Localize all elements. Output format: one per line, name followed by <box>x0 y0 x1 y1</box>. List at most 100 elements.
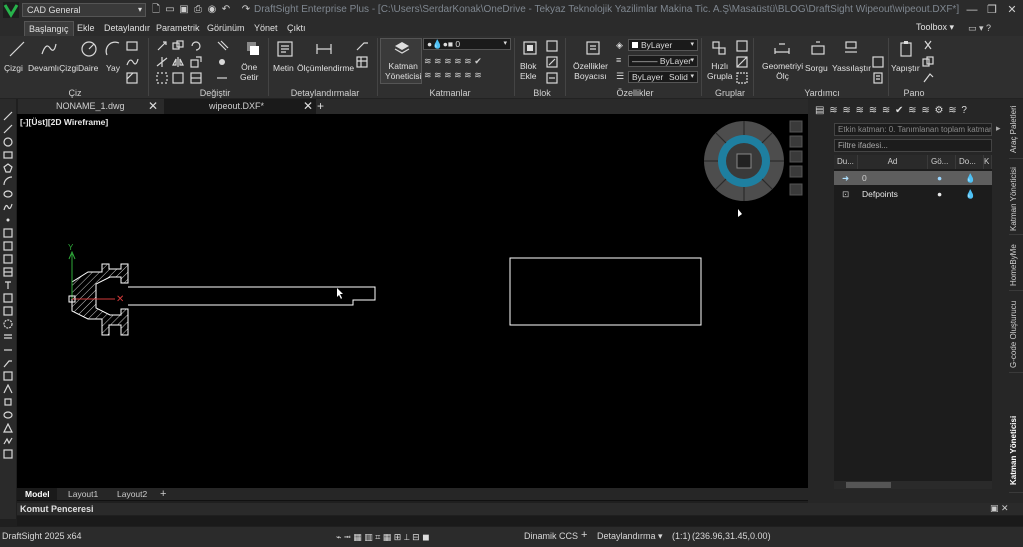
new-file-icon[interactable]: 🗋 <box>150 3 162 17</box>
leader-tool-icon[interactable] <box>3 358 13 368</box>
paste-button[interactable]: Yapıştır <box>891 63 920 73</box>
tab-noname[interactable]: NONAME_1.dwg <box>56 99 125 114</box>
open-folder-icon[interactable]: ▭ <box>164 3 176 17</box>
tab-yonet[interactable]: Yönet <box>254 21 278 36</box>
bring-front-button[interactable]: Öne Getir <box>240 62 258 82</box>
oval-tool-icon[interactable] <box>3 410 13 420</box>
rectangle-icon[interactable] <box>126 40 139 52</box>
table-row[interactable]: ⊡ Defpoints ● 💧 <box>834 187 992 201</box>
lineweight-dropdown[interactable]: ByLayer Solid ▾ <box>628 71 698 83</box>
circle-tool-icon[interactable] <box>3 137 13 147</box>
table-tool-icon[interactable] <box>3 267 13 277</box>
dimension-button[interactable]: Ölçümlendirme <box>297 63 354 73</box>
freeze-icon[interactable]: 💧 <box>965 187 976 201</box>
new-tab-icon[interactable]: + <box>317 99 324 113</box>
fillet-icon[interactable] <box>190 72 203 84</box>
query-button[interactable]: Sorgu <box>805 63 828 73</box>
create-block-icon[interactable] <box>546 40 559 52</box>
close-tab-icon[interactable]: ✕ <box>303 99 313 113</box>
drawing-canvas[interactable]: Y ✕ <box>17 114 808 488</box>
print-icon[interactable]: ⎙ <box>192 3 204 17</box>
flatten-icon[interactable] <box>843 40 859 56</box>
redo-icon[interactable]: ↷ <box>240 3 252 17</box>
insert-block-icon[interactable] <box>522 40 538 56</box>
add-layout-icon[interactable]: + <box>160 488 166 500</box>
leader-icon[interactable] <box>356 40 369 52</box>
fence-tool-icon[interactable] <box>3 384 13 394</box>
polyline-icon[interactable] <box>40 40 58 58</box>
tab-wipeout[interactable]: wipeout.DXF* ✕ <box>164 99 316 114</box>
properties-painter-button[interactable]: Özellikler Boyacısı <box>573 61 608 81</box>
hatch-icon[interactable] <box>126 72 139 84</box>
copy-clip-icon[interactable] <box>922 56 935 68</box>
linetype-dropdown[interactable]: ——— ByLayer ▾ <box>628 55 698 67</box>
dynamic-ccs-toggle[interactable]: Dinamik CCS <box>524 531 578 541</box>
scale-icon[interactable] <box>190 56 203 68</box>
tab-layer-manager-side[interactable]: Katman Yöneticisi <box>1009 165 1023 235</box>
layer-dropdown[interactable]: ●💧●■ 0 ▾ <box>423 38 511 50</box>
group-select-icon[interactable] <box>736 72 749 84</box>
bring-front-icon[interactable] <box>245 40 261 58</box>
table-row[interactable]: ➜ 0 ● 💧 <box>834 171 992 185</box>
layer-tools-grid[interactable]: ≋ ≋ ≋ ≋ ≋ ✔ ≋ ≋ ≋ ≋ ≋ ≋ <box>424 54 514 86</box>
block-attribute-icon[interactable] <box>546 72 559 84</box>
gradient-tool-icon[interactable] <box>3 241 13 251</box>
save-icon[interactable]: ▣ <box>178 3 190 17</box>
scrollbar-thumb[interactable] <box>846 482 891 488</box>
circle-button[interactable]: Daire <box>78 63 98 73</box>
stretch-icon[interactable] <box>172 72 185 84</box>
square-tool-icon[interactable] <box>3 397 13 407</box>
line-icon[interactable] <box>8 40 26 58</box>
table-icon[interactable] <box>356 56 369 68</box>
tab-gorunum[interactable]: Görünüm <box>207 21 245 36</box>
array-icon[interactable] <box>216 56 229 68</box>
freeze-icon[interactable]: 💧 <box>965 171 976 185</box>
layer-panel-toolbar[interactable]: ▤ ≋ ≋ ≋ ≋ ≋ ✔ ≋ ≋ ⚙ ≋ ? <box>815 104 997 118</box>
line-button[interactable]: Çizgi <box>4 63 23 73</box>
column-header-status[interactable]: Du... <box>834 155 858 169</box>
tab-ekle[interactable]: Ekle <box>77 21 95 36</box>
tab-model[interactable]: Model <box>17 488 57 500</box>
dimension-tool-icon[interactable] <box>3 345 13 355</box>
horizontal-scrollbar[interactable] <box>17 500 808 501</box>
spline-icon[interactable] <box>126 56 139 68</box>
edit-block-icon[interactable] <box>546 56 559 68</box>
add-icon[interactable]: + <box>581 529 587 541</box>
quick-group-button[interactable]: Hızlı Grupla <box>707 61 733 81</box>
ribbon-controls-icon[interactable]: ▭ ▾ ? <box>968 23 991 34</box>
select-icon[interactable] <box>872 56 885 68</box>
match-props-icon[interactable] <box>922 72 935 84</box>
arc-button[interactable]: Yay <box>106 63 120 73</box>
paste-icon[interactable] <box>898 40 914 58</box>
circle-icon[interactable] <box>80 40 98 58</box>
tab-layout1[interactable]: Layout1 <box>68 488 98 500</box>
mtext-tool-icon[interactable] <box>3 332 13 342</box>
maximize-icon[interactable]: ❐ <box>984 2 1000 18</box>
ellipse-tool-icon[interactable] <box>3 189 13 199</box>
region-tool-icon[interactable] <box>3 254 13 264</box>
sketch-tool-icon[interactable] <box>3 436 13 446</box>
dimension-icon[interactable] <box>315 40 333 58</box>
close-icon[interactable]: ✕ <box>1004 2 1020 18</box>
arc-icon[interactable] <box>104 40 122 58</box>
tab-parametrik[interactable]: Parametrik <box>156 21 200 36</box>
offset-icon[interactable] <box>216 40 229 52</box>
spline-tool-icon[interactable] <box>3 202 13 212</box>
tab-baslangic[interactable]: Başlangıç <box>24 21 74 36</box>
arc-tool-icon[interactable] <box>3 176 13 186</box>
attribute-tool-icon[interactable] <box>3 449 13 459</box>
column-header-freeze[interactable]: Do... <box>956 155 984 169</box>
polyline-button[interactable]: DevamlıÇizgi <box>28 63 78 73</box>
minimize-icon[interactable]: — <box>964 2 980 18</box>
properties-painter-icon[interactable] <box>585 40 601 56</box>
rect-tool-icon[interactable] <box>3 150 13 160</box>
command-input[interactable] <box>17 516 1023 526</box>
tab-detaylandir[interactable]: Detaylandır <box>104 21 150 36</box>
layer-manager-button[interactable]: Katman Yöneticisi <box>380 38 422 84</box>
command-window-controls-icon[interactable]: ▣ ✕ <box>990 503 1009 514</box>
text-icon[interactable] <box>276 40 294 58</box>
calculator-icon[interactable] <box>872 72 885 84</box>
quick-group-icon[interactable] <box>711 40 727 56</box>
tab-homebyme[interactable]: HomeByMe <box>1009 241 1023 291</box>
shape-tool-icon[interactable] <box>3 423 13 433</box>
